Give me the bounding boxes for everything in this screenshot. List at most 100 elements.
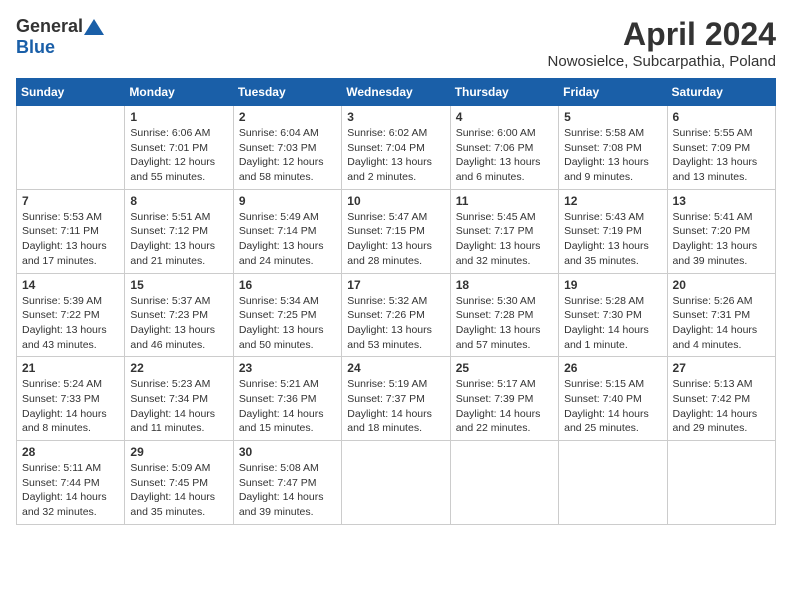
calendar-cell: 20Sunrise: 5:26 AM Sunset: 7:31 PM Dayli… — [667, 273, 775, 357]
calendar-cell: 6 Sunrise: 5:55 AM Sunset: 7:09 PM Daylig… — [667, 106, 775, 190]
day-number: 26 — [564, 361, 661, 375]
day-number: 14 — [22, 278, 119, 292]
calendar-cell: 1Sunrise: 6:06 AM Sunset: 7:01 PM Daylig… — [125, 106, 233, 190]
day-detail: Sunrise: 6:02 AM Sunset: 7:04 PM Dayligh… — [347, 126, 444, 185]
day-detail: Sunrise: 5:24 AM Sunset: 7:33 PM Dayligh… — [22, 377, 119, 436]
day-number: 18 — [456, 278, 553, 292]
logo: General Blue — [16, 16, 105, 58]
calendar-cell: 24Sunrise: 5:19 AM Sunset: 7:37 PM Dayli… — [342, 357, 450, 441]
day-detail: Sunrise: 6:06 AM Sunset: 7:01 PM Dayligh… — [130, 126, 227, 185]
day-number: 22 — [130, 361, 227, 375]
month-title: April 2024 — [548, 16, 776, 53]
calendar-day-header: Friday — [559, 79, 667, 106]
day-detail: Sunrise: 5:11 AM Sunset: 7:44 PM Dayligh… — [22, 461, 119, 520]
day-detail: Sunrise: 5:19 AM Sunset: 7:37 PM Dayligh… — [347, 377, 444, 436]
calendar-day-header: Monday — [125, 79, 233, 106]
day-detail: Sunrise: 5:45 AM Sunset: 7:17 PM Dayligh… — [456, 210, 553, 269]
day-detail: Sunrise: 6:00 AM Sunset: 7:06 PM Dayligh… — [456, 126, 553, 185]
calendar-cell: 4 Sunrise: 6:00 AM Sunset: 7:06 PM Daylig… — [450, 106, 558, 190]
day-number: 11 — [456, 194, 553, 208]
logo-general: General — [16, 16, 83, 37]
calendar-cell: 25 Sunrise: 5:17 AM Sunset: 7:39 PM Dayli… — [450, 357, 558, 441]
calendar-cell: 9 Sunrise: 5:49 AM Sunset: 7:14 PM Daylig… — [233, 189, 341, 273]
calendar-header-row: SundayMondayTuesdayWednesdayThursdayFrid… — [17, 79, 776, 106]
day-number: 5 — [564, 110, 661, 124]
calendar-cell: 29 Sunrise: 5:09 AM Sunset: 7:45 PM Dayli… — [125, 441, 233, 525]
day-detail: Sunrise: 5:47 AM Sunset: 7:15 PM Dayligh… — [347, 210, 444, 269]
calendar-day-header: Thursday — [450, 79, 558, 106]
logo-blue: Blue — [16, 37, 55, 57]
day-number: 9 — [239, 194, 336, 208]
day-detail: Sunrise: 5:34 AM Sunset: 7:25 PM Dayligh… — [239, 294, 336, 353]
day-detail: Sunrise: 5:58 AM Sunset: 7:08 PM Dayligh… — [564, 126, 661, 185]
calendar-day-header: Saturday — [667, 79, 775, 106]
day-number: 27 — [673, 361, 770, 375]
calendar-cell: 12Sunrise: 5:43 AM Sunset: 7:19 PM Dayli… — [559, 189, 667, 273]
day-detail: Sunrise: 5:53 AM Sunset: 7:11 PM Dayligh… — [22, 210, 119, 269]
calendar-cell: 11 Sunrise: 5:45 AM Sunset: 7:17 PM Dayli… — [450, 189, 558, 273]
calendar-table: SundayMondayTuesdayWednesdayThursdayFrid… — [16, 78, 776, 525]
calendar-week-row: 21 Sunrise: 5:24 AM Sunset: 7:33 PM Dayli… — [17, 357, 776, 441]
calendar-cell — [17, 106, 125, 190]
day-number: 30 — [239, 445, 336, 459]
day-number: 2 — [239, 110, 336, 124]
day-detail: Sunrise: 5:08 AM Sunset: 7:47 PM Dayligh… — [239, 461, 336, 520]
title-area: April 2024 Nowosielce, Subcarpathia, Pol… — [548, 16, 776, 70]
day-number: 25 — [456, 361, 553, 375]
day-detail: Sunrise: 5:32 AM Sunset: 7:26 PM Dayligh… — [347, 294, 444, 353]
calendar-cell — [559, 441, 667, 525]
calendar-cell: 21 Sunrise: 5:24 AM Sunset: 7:33 PM Dayli… — [17, 357, 125, 441]
day-detail: Sunrise: 5:26 AM Sunset: 7:31 PM Dayligh… — [673, 294, 770, 353]
calendar-body: 1Sunrise: 6:06 AM Sunset: 7:01 PM Daylig… — [17, 106, 776, 525]
day-number: 3 — [347, 110, 444, 124]
calendar-cell: 27 Sunrise: 5:13 AM Sunset: 7:42 PM Dayli… — [667, 357, 775, 441]
calendar-day-header: Wednesday — [342, 79, 450, 106]
calendar-day-header: Sunday — [17, 79, 125, 106]
day-detail: Sunrise: 5:55 AM Sunset: 7:09 PM Dayligh… — [673, 126, 770, 185]
day-number: 28 — [22, 445, 119, 459]
calendar-cell: 16 Sunrise: 5:34 AM Sunset: 7:25 PM Dayli… — [233, 273, 341, 357]
day-number: 4 — [456, 110, 553, 124]
location-title: Nowosielce, Subcarpathia, Poland — [548, 53, 776, 70]
day-detail: Sunrise: 5:49 AM Sunset: 7:14 PM Dayligh… — [239, 210, 336, 269]
day-detail: Sunrise: 5:28 AM Sunset: 7:30 PM Dayligh… — [564, 294, 661, 353]
day-number: 15 — [130, 278, 227, 292]
calendar-week-row: 14Sunrise: 5:39 AM Sunset: 7:22 PM Dayli… — [17, 273, 776, 357]
calendar-week-row: 7 Sunrise: 5:53 AM Sunset: 7:11 PM Daylig… — [17, 189, 776, 273]
calendar-week-row: 28 Sunrise: 5:11 AM Sunset: 7:44 PM Dayli… — [17, 441, 776, 525]
day-detail: Sunrise: 5:17 AM Sunset: 7:39 PM Dayligh… — [456, 377, 553, 436]
day-number: 6 — [673, 110, 770, 124]
day-number: 17 — [347, 278, 444, 292]
calendar-cell: 5 Sunrise: 5:58 AM Sunset: 7:08 PM Daylig… — [559, 106, 667, 190]
day-number: 8 — [130, 194, 227, 208]
calendar-cell: 23Sunrise: 5:21 AM Sunset: 7:36 PM Dayli… — [233, 357, 341, 441]
day-number: 29 — [130, 445, 227, 459]
day-number: 7 — [22, 194, 119, 208]
page-header: General Blue April 2024 Nowosielce, Subc… — [16, 16, 776, 70]
day-number: 12 — [564, 194, 661, 208]
day-number: 21 — [22, 361, 119, 375]
calendar-cell: 10Sunrise: 5:47 AM Sunset: 7:15 PM Dayli… — [342, 189, 450, 273]
calendar-cell: 15 Sunrise: 5:37 AM Sunset: 7:23 PM Dayli… — [125, 273, 233, 357]
calendar-cell: 14Sunrise: 5:39 AM Sunset: 7:22 PM Dayli… — [17, 273, 125, 357]
calendar-cell: 26Sunrise: 5:15 AM Sunset: 7:40 PM Dayli… — [559, 357, 667, 441]
day-detail: Sunrise: 5:30 AM Sunset: 7:28 PM Dayligh… — [456, 294, 553, 353]
day-detail: Sunrise: 5:09 AM Sunset: 7:45 PM Dayligh… — [130, 461, 227, 520]
calendar-cell — [450, 441, 558, 525]
calendar-cell: 22Sunrise: 5:23 AM Sunset: 7:34 PM Dayli… — [125, 357, 233, 441]
calendar-week-row: 1Sunrise: 6:06 AM Sunset: 7:01 PM Daylig… — [17, 106, 776, 190]
day-detail: Sunrise: 5:21 AM Sunset: 7:36 PM Dayligh… — [239, 377, 336, 436]
day-number: 16 — [239, 278, 336, 292]
calendar-cell — [342, 441, 450, 525]
day-detail: Sunrise: 5:13 AM Sunset: 7:42 PM Dayligh… — [673, 377, 770, 436]
day-number: 19 — [564, 278, 661, 292]
calendar-cell: 3 Sunrise: 6:02 AM Sunset: 7:04 PM Daylig… — [342, 106, 450, 190]
calendar-cell: 7 Sunrise: 5:53 AM Sunset: 7:11 PM Daylig… — [17, 189, 125, 273]
calendar-cell: 18 Sunrise: 5:30 AM Sunset: 7:28 PM Dayli… — [450, 273, 558, 357]
calendar-cell: 13Sunrise: 5:41 AM Sunset: 7:20 PM Dayli… — [667, 189, 775, 273]
calendar-cell: 17 Sunrise: 5:32 AM Sunset: 7:26 PM Dayli… — [342, 273, 450, 357]
calendar-day-header: Tuesday — [233, 79, 341, 106]
day-detail: Sunrise: 5:37 AM Sunset: 7:23 PM Dayligh… — [130, 294, 227, 353]
calendar-cell: 2Sunrise: 6:04 AM Sunset: 7:03 PM Daylig… — [233, 106, 341, 190]
calendar-cell: 8Sunrise: 5:51 AM Sunset: 7:12 PM Daylig… — [125, 189, 233, 273]
